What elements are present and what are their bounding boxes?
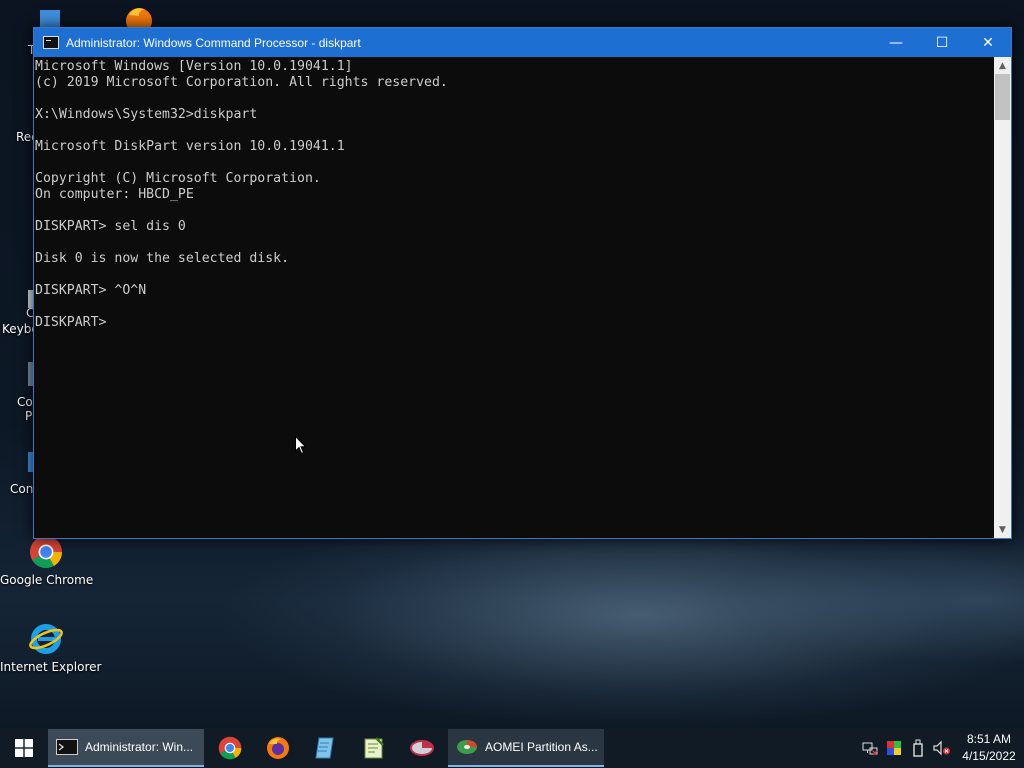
vertical-scrollbar[interactable]: ▲ ▼	[994, 57, 1011, 538]
notepad-icon	[315, 737, 334, 759]
system-tray: 8:51 AM 4/15/2022	[858, 728, 1024, 768]
taskbar-pin-notepad[interactable]	[302, 729, 350, 767]
windows-logo-icon	[15, 739, 33, 757]
chrome-icon	[29, 535, 63, 569]
firefox-icon	[267, 737, 289, 759]
scroll-up-arrow-icon[interactable]: ▲	[994, 57, 1011, 74]
desktop-icon-label: Google Chrome	[0, 573, 94, 587]
desktop-partial-label: Co	[17, 395, 33, 409]
internet-explorer-icon	[29, 622, 63, 656]
window-controls: — ☐ ✕	[873, 28, 1011, 57]
console-output[interactable]: Microsoft Windows [Version 10.0.19041.1]…	[34, 57, 994, 331]
console-area[interactable]: Microsoft Windows [Version 10.0.19041.1]…	[34, 57, 994, 538]
system-clock[interactable]: 8:51 AM 4/15/2022	[954, 731, 1024, 765]
notepadpp-icon	[364, 737, 384, 759]
desktop-icon-label: Internet Explorer	[0, 660, 102, 674]
scroll-down-arrow-icon[interactable]: ▼	[994, 521, 1011, 538]
taskbar-item-aomei[interactable]: AOMEI Partition As...	[448, 729, 604, 767]
desktop-icon-google-chrome[interactable]: Google Chrome	[0, 535, 94, 587]
taskbar-pin-notepadpp[interactable]	[350, 729, 398, 767]
aomei-partition-icon	[457, 740, 477, 754]
desktop-partial-label: Con	[10, 482, 34, 496]
clock-date: 4/15/2022	[962, 749, 1016, 763]
taskbar-pin-partition-tool[interactable]	[398, 729, 446, 767]
taskbar-pin-chrome[interactable]	[206, 729, 254, 767]
start-button[interactable]	[0, 728, 48, 768]
partition-tool-icon	[410, 740, 434, 756]
network-icon[interactable]	[858, 728, 882, 768]
desktop-partial-label: P	[25, 409, 33, 423]
color-tool-icon[interactable]	[882, 728, 906, 768]
taskbar-item-cmd[interactable]: Administrator: Win...	[48, 729, 204, 767]
maximize-button[interactable]: ☐	[919, 28, 965, 57]
desktop-icon-internet-explorer[interactable]: Internet Explorer	[0, 622, 102, 674]
window-title: Administrator: Windows Command Processor…	[66, 35, 361, 50]
desktop-icon-folder[interactable]	[40, 10, 60, 28]
console-icon	[43, 36, 59, 49]
chrome-icon	[218, 736, 242, 760]
cmd-titlebar[interactable]: Administrator: Windows Command Processor…	[34, 28, 1011, 57]
scroll-thumb[interactable]	[995, 74, 1010, 120]
taskbar-item-label: Administrator: Win...	[85, 740, 194, 754]
volume-muted-icon[interactable]	[930, 728, 954, 768]
clock-time: 8:51 AM	[966, 732, 1012, 746]
console-icon	[56, 739, 78, 755]
cmd-window[interactable]: Administrator: Windows Command Processor…	[33, 27, 1012, 539]
taskbar-item-label: AOMEI Partition As...	[485, 740, 598, 754]
taskbar: Administrator: Win... AOMEI Partition As…	[0, 728, 1024, 768]
usb-icon[interactable]	[906, 728, 930, 768]
mouse-cursor-icon	[295, 435, 307, 460]
taskbar-pin-firefox[interactable]	[254, 729, 302, 767]
close-button[interactable]: ✕	[965, 28, 1011, 57]
minimize-button[interactable]: —	[873, 28, 919, 57]
